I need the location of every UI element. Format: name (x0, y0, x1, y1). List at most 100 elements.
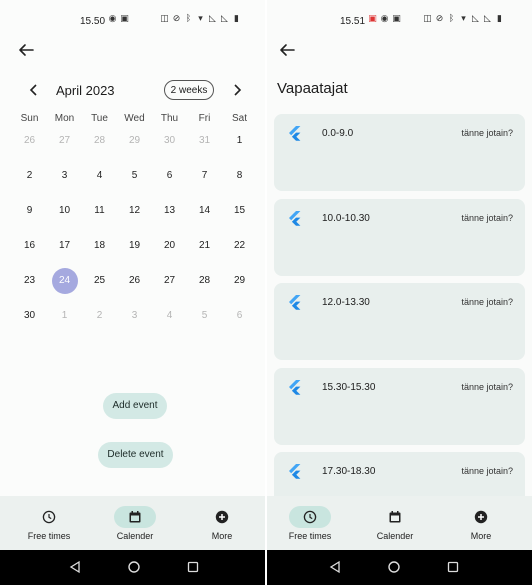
calendar-day[interactable]: 14 (187, 193, 222, 228)
calendar-day-number: 23 (23, 275, 36, 286)
status-bar: 15.50 ◉ ▣ ◫ ⊘ ᛒ ▾ ◺ ◺ ▮ (0, 0, 265, 38)
calendar-day[interactable]: 16 (12, 228, 47, 263)
status-time: 15.50 (80, 16, 106, 27)
calendar-days-grid: 26 27 28 29 30 31 1 2 3 4 5 6 7 8 9 10 11 12 13 14 15 16 17 18 1… (12, 123, 257, 333)
back-arrow-icon[interactable] (16, 40, 36, 60)
calendar-day[interactable]: 13 (152, 193, 187, 228)
system-navigation-bar (0, 550, 265, 585)
free-time-card[interactable]: 15.30-15.30 tänne jotain? (274, 367, 525, 445)
calendar-day-number: 10 (58, 205, 71, 216)
calendar-day[interactable]: 30 (152, 123, 187, 158)
calendar-day[interactable]: 2 (82, 298, 117, 333)
system-recents-icon[interactable] (446, 560, 460, 574)
free-time-range: 0.0-9.0 (322, 128, 354, 139)
nav-more-label: More (211, 531, 233, 541)
system-home-icon[interactable] (387, 560, 401, 574)
nav-more[interactable]: More (441, 496, 521, 550)
delete-event-button[interactable]: Delete event (98, 442, 173, 468)
calendar-day-number: 11 (94, 205, 105, 216)
calendar-day[interactable]: 23 (12, 263, 47, 298)
system-recents-icon[interactable] (186, 560, 200, 574)
free-time-card[interactable]: 10.0-10.30 tänne jotain? (274, 198, 525, 276)
calendar-day[interactable]: 15 (222, 193, 257, 228)
calendar-day[interactable]: 19 (117, 228, 152, 263)
calendar-day[interactable]: 9 (12, 193, 47, 228)
calendar-day-number: 30 (163, 135, 176, 146)
free-time-note: tänne jotain? (461, 297, 513, 307)
calendar-day-number: 2 (96, 310, 103, 321)
nav-more[interactable]: More (182, 496, 262, 550)
calendar-day[interactable]: 10 (47, 193, 82, 228)
calendar-day[interactable]: 8 (222, 158, 257, 193)
calendar-day[interactable]: 2 (12, 158, 47, 193)
calendar-day[interactable]: 11 (82, 193, 117, 228)
bluetooth-icon: ᛒ (185, 13, 192, 23)
calendar-day[interactable]: 26 (12, 123, 47, 158)
calendar-day[interactable]: 28 (187, 263, 222, 298)
calendar-day[interactable]: 17 (47, 228, 82, 263)
calendar-day[interactable]: 4 (152, 298, 187, 333)
calendar-day[interactable]: 25 (82, 263, 117, 298)
calendar-day-number: 6 (166, 170, 173, 181)
nav-free-times[interactable]: Free times (9, 496, 89, 550)
calendar-day[interactable]: 31 (187, 123, 222, 158)
calendar-day[interactable]: 1 (222, 123, 257, 158)
calendar-day-number: 4 (96, 170, 103, 181)
nav-calender[interactable]: Calender (355, 496, 435, 550)
system-back-icon[interactable] (68, 560, 82, 574)
calendar-day[interactable]: 6 (222, 298, 257, 333)
calendar-day-number: 28 (198, 275, 211, 286)
system-home-icon[interactable] (127, 560, 141, 574)
calendar-day[interactable]: 12 (117, 193, 152, 228)
system-back-icon[interactable] (328, 560, 342, 574)
nav-free-times[interactable]: Free times (270, 496, 350, 550)
calendar-day[interactable]: 6 (152, 158, 187, 193)
nav-calender[interactable]: Calender (95, 496, 175, 550)
calendar-day[interactable]: 18 (82, 228, 117, 263)
calendar-day[interactable]: 5 (117, 158, 152, 193)
free-time-note: tänne jotain? (461, 466, 513, 476)
calendar-day[interactable]: 29 (222, 263, 257, 298)
add-event-button[interactable]: Add event (103, 393, 167, 419)
calendar-day-selected[interactable]: 24 (47, 263, 82, 298)
calendar-day[interactable]: 3 (47, 158, 82, 193)
linkedin-icon: ▣ (120, 13, 129, 23)
calendar-day[interactable]: 1 (47, 298, 82, 333)
calendar-day[interactable]: 28 (82, 123, 117, 158)
calendar-day-number: 27 (58, 135, 71, 146)
calendar-day-number: 6 (236, 310, 243, 321)
calendar-day[interactable]: 29 (117, 123, 152, 158)
chevron-right-icon[interactable] (229, 82, 245, 98)
status-time: 15.51 (340, 16, 366, 27)
calendar-day-number: 19 (128, 240, 141, 251)
calendar-day[interactable]: 27 (47, 123, 82, 158)
calendar-day-number: 27 (163, 275, 176, 286)
free-time-card[interactable]: 0.0-9.0 tänne jotain? (274, 114, 525, 191)
calendar-day[interactable]: 30 (12, 298, 47, 333)
calendar-day-number: 26 (23, 135, 36, 146)
calendar-day[interactable]: 5 (187, 298, 222, 333)
format-button[interactable]: 2 weeks (164, 80, 214, 100)
calendar-day[interactable]: 4 (82, 158, 117, 193)
free-time-range: 17.30-18.30 (322, 466, 376, 477)
calendar-day[interactable]: 7 (187, 158, 222, 193)
calendar-day[interactable]: 21 (187, 228, 222, 263)
calendar-day[interactable]: 27 (152, 263, 187, 298)
calendar-day[interactable]: 26 (117, 263, 152, 298)
free-time-card[interactable]: 12.0-13.30 tänne jotain? (274, 283, 525, 360)
chevron-left-icon[interactable] (26, 82, 42, 98)
calendar-icon (389, 511, 401, 523)
calendar-day-number: 12 (128, 205, 141, 216)
calendar-day-number: 24 (58, 275, 71, 286)
free-times-screen: 15.51 ▣ ◉ ▣ ◫ ⊘ ᛒ ▾ ◺ ◺ ▮ Vapaatajat 0.0… (267, 0, 532, 585)
calendar-day[interactable]: 3 (117, 298, 152, 333)
calendar-day-number: 14 (198, 205, 211, 216)
flutter-logo-icon (289, 379, 301, 395)
calendar-day-number: 21 (198, 240, 211, 251)
back-arrow-icon[interactable] (277, 40, 297, 60)
nfc-icon: ◫ (160, 13, 169, 23)
bottom-navigation: Free times Calender More (0, 496, 265, 550)
wifi-icon: ▾ (461, 13, 466, 23)
calendar-day[interactable]: 22 (222, 228, 257, 263)
calendar-day[interactable]: 20 (152, 228, 187, 263)
